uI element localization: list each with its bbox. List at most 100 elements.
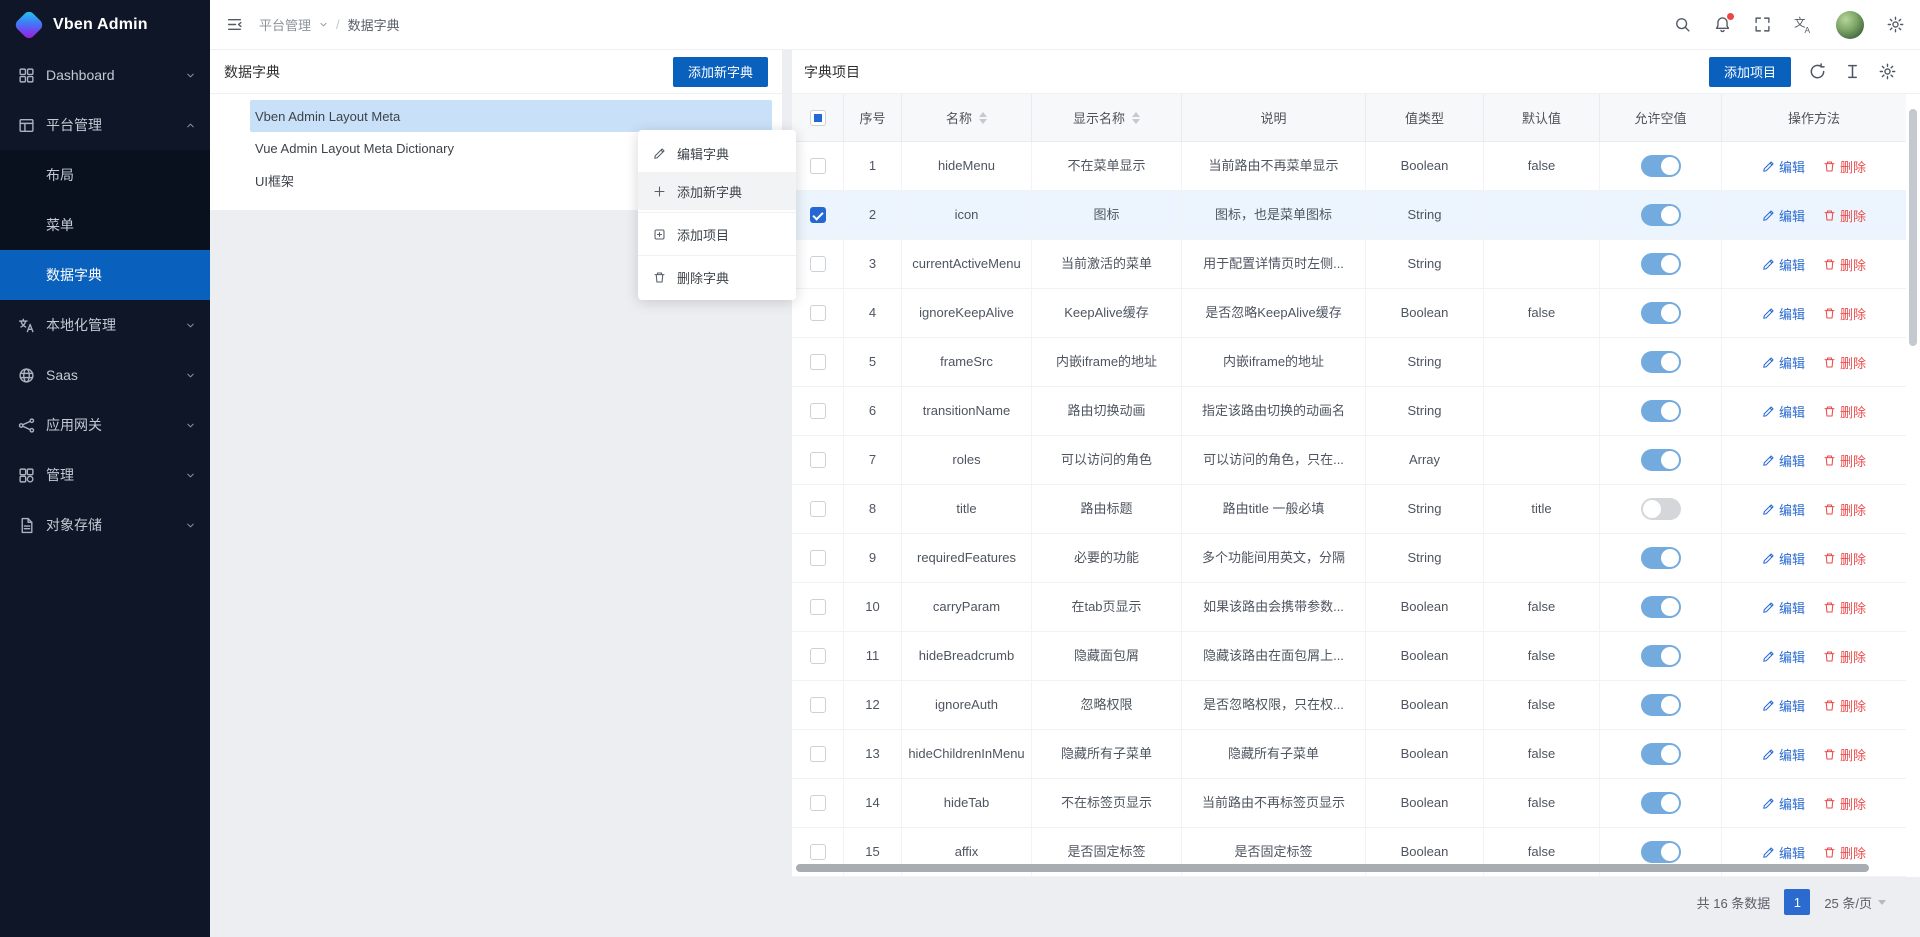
delete-row-button[interactable]: 删除 xyxy=(1823,794,1866,813)
sidebar-item-object-storage[interactable]: 对象存储 xyxy=(0,500,210,550)
translate-icon[interactable]: 文A xyxy=(1794,15,1813,34)
table-settings-gear-icon[interactable] xyxy=(1879,63,1896,80)
page-size-select[interactable]: 25 条/页 xyxy=(1824,893,1886,912)
column-header[interactable]: 名称 xyxy=(902,94,1032,141)
context-menu-item-delete-dictionary[interactable]: 删除字典 xyxy=(638,258,796,296)
table-row[interactable]: 5 frameSrc 内嵌iframe的地址 内嵌iframe的地址 Strin… xyxy=(792,338,1906,387)
edit-row-button[interactable]: 编辑 xyxy=(1762,696,1805,715)
row-checkbox[interactable] xyxy=(810,795,826,811)
pagination-page-1[interactable]: 1 xyxy=(1784,889,1810,915)
delete-row-button[interactable]: 删除 xyxy=(1823,549,1866,568)
fullscreen-icon[interactable] xyxy=(1754,16,1771,33)
row-checkbox[interactable] xyxy=(810,746,826,762)
row-checkbox[interactable] xyxy=(810,648,826,664)
delete-row-button[interactable]: 删除 xyxy=(1823,843,1866,862)
sidebar-subitem-layout[interactable]: 布局 xyxy=(0,150,210,200)
nullable-toggle[interactable] xyxy=(1641,645,1681,667)
delete-row-button[interactable]: 删除 xyxy=(1823,647,1866,666)
delete-row-button[interactable]: 删除 xyxy=(1823,353,1866,372)
context-menu-item-edit-dictionary[interactable]: 编辑字典 xyxy=(638,134,796,172)
edit-row-button[interactable]: 编辑 xyxy=(1762,500,1805,519)
breadcrumb-item-platform[interactable]: 平台管理 xyxy=(259,15,311,34)
row-checkbox[interactable] xyxy=(810,550,826,566)
delete-row-button[interactable]: 删除 xyxy=(1823,696,1866,715)
context-menu-item-add-item[interactable]: 添加项目 xyxy=(638,215,796,253)
edit-row-button[interactable]: 编辑 xyxy=(1762,745,1805,764)
delete-row-button[interactable]: 删除 xyxy=(1823,206,1866,225)
row-checkbox[interactable] xyxy=(810,158,826,174)
delete-row-button[interactable]: 删除 xyxy=(1823,451,1866,470)
row-checkbox[interactable] xyxy=(810,256,826,272)
delete-row-button[interactable]: 删除 xyxy=(1823,500,1866,519)
delete-row-button[interactable]: 删除 xyxy=(1823,255,1866,274)
edit-row-button[interactable]: 编辑 xyxy=(1762,206,1805,225)
edit-row-button[interactable]: 编辑 xyxy=(1762,402,1805,421)
delete-row-button[interactable]: 删除 xyxy=(1823,304,1866,323)
add-dictionary-button[interactable]: 添加新字典 xyxy=(673,57,768,87)
row-checkbox[interactable] xyxy=(810,599,826,615)
sidebar-item-dashboard[interactable]: Dashboard xyxy=(0,50,210,100)
breadcrumb-item-dictionary[interactable]: 数据字典 xyxy=(348,15,400,34)
table-row[interactable]: 7 roles 可以访问的角色 可以访问的角色，只在... Array 编辑 删… xyxy=(792,436,1906,485)
sort-icon[interactable] xyxy=(979,112,987,124)
nullable-toggle[interactable] xyxy=(1641,694,1681,716)
horizontal-scrollbar-thumb[interactable] xyxy=(796,864,1869,872)
edit-row-button[interactable]: 编辑 xyxy=(1762,843,1805,862)
edit-row-button[interactable]: 编辑 xyxy=(1762,255,1805,274)
row-checkbox[interactable] xyxy=(810,207,826,223)
nullable-toggle[interactable] xyxy=(1641,400,1681,422)
nullable-toggle[interactable] xyxy=(1641,204,1681,226)
table-row[interactable]: 2 icon 图标 图标，也是菜单图标 String 编辑 删除 xyxy=(792,191,1906,240)
collapse-sidebar-icon[interactable] xyxy=(226,16,243,33)
edit-row-button[interactable]: 编辑 xyxy=(1762,647,1805,666)
nullable-toggle[interactable] xyxy=(1641,792,1681,814)
nullable-toggle[interactable] xyxy=(1641,596,1681,618)
row-checkbox[interactable] xyxy=(810,305,826,321)
table-row[interactable]: 14 hideTab 不在标签页显示 当前路由不再标签页显示 Boolean f… xyxy=(792,779,1906,828)
avatar[interactable] xyxy=(1836,11,1864,39)
refresh-icon[interactable] xyxy=(1809,63,1826,80)
row-checkbox[interactable] xyxy=(810,403,826,419)
edit-row-button[interactable]: 编辑 xyxy=(1762,549,1805,568)
edit-row-button[interactable]: 编辑 xyxy=(1762,451,1805,470)
edit-row-button[interactable]: 编辑 xyxy=(1762,794,1805,813)
table-row[interactable]: 9 requiredFeatures 必要的功能 多个功能间用英文，分隔 Str… xyxy=(792,534,1906,583)
settings-gear-icon[interactable] xyxy=(1887,16,1904,33)
table-row[interactable]: 1 hideMenu 不在菜单显示 当前路由不再菜单显示 Boolean fal… xyxy=(792,142,1906,191)
table-row[interactable]: 4 ignoreKeepAlive KeepAlive缓存 是否忽略KeepAl… xyxy=(792,289,1906,338)
nullable-toggle[interactable] xyxy=(1641,449,1681,471)
row-checkbox[interactable] xyxy=(810,844,826,860)
notification-bell-icon[interactable] xyxy=(1714,16,1731,33)
sidebar-subitem-menu[interactable]: 菜单 xyxy=(0,200,210,250)
table-row[interactable]: 8 title 路由标题 路由title 一般必填 String title 编… xyxy=(792,485,1906,534)
nullable-toggle[interactable] xyxy=(1641,841,1681,863)
search-icon[interactable] xyxy=(1674,16,1691,33)
edit-row-button[interactable]: 编辑 xyxy=(1762,598,1805,617)
table-row[interactable]: 12 ignoreAuth 忽略权限 是否忽略权限，只在权... Boolean… xyxy=(792,681,1906,730)
delete-row-button[interactable]: 删除 xyxy=(1823,402,1866,421)
nullable-toggle[interactable] xyxy=(1641,351,1681,373)
table-row[interactable]: 3 currentActiveMenu 当前激活的菜单 用于配置详情页时左侧..… xyxy=(792,240,1906,289)
row-checkbox[interactable] xyxy=(810,697,826,713)
table-row[interactable]: 10 carryParam 在tab页显示 如果该路由会携带参数... Bool… xyxy=(792,583,1906,632)
edit-row-button[interactable]: 编辑 xyxy=(1762,157,1805,176)
sidebar-item-saas[interactable]: Saas xyxy=(0,350,210,400)
vertical-scrollbar-thumb[interactable] xyxy=(1909,109,1917,346)
horizontal-scrollbar[interactable] xyxy=(796,864,1902,872)
row-checkbox[interactable] xyxy=(810,354,826,370)
nullable-toggle[interactable] xyxy=(1641,302,1681,324)
edit-row-button[interactable]: 编辑 xyxy=(1762,304,1805,323)
row-height-icon[interactable] xyxy=(1844,63,1861,80)
edit-row-button[interactable]: 编辑 xyxy=(1762,353,1805,372)
delete-row-button[interactable]: 删除 xyxy=(1823,745,1866,764)
sidebar-item-platform-management[interactable]: 平台管理 xyxy=(0,100,210,150)
nullable-toggle[interactable] xyxy=(1641,498,1681,520)
sidebar-subitem-data-dictionary[interactable]: 数据字典 xyxy=(0,250,210,300)
nullable-toggle[interactable] xyxy=(1641,253,1681,275)
row-checkbox[interactable] xyxy=(810,501,826,517)
app-logo[interactable]: Vben Admin xyxy=(0,0,210,50)
sort-icon[interactable] xyxy=(1132,112,1140,124)
sidebar-item-localization[interactable]: 本地化管理 xyxy=(0,300,210,350)
nullable-toggle[interactable] xyxy=(1641,743,1681,765)
add-item-button[interactable]: 添加项目 xyxy=(1709,57,1791,87)
